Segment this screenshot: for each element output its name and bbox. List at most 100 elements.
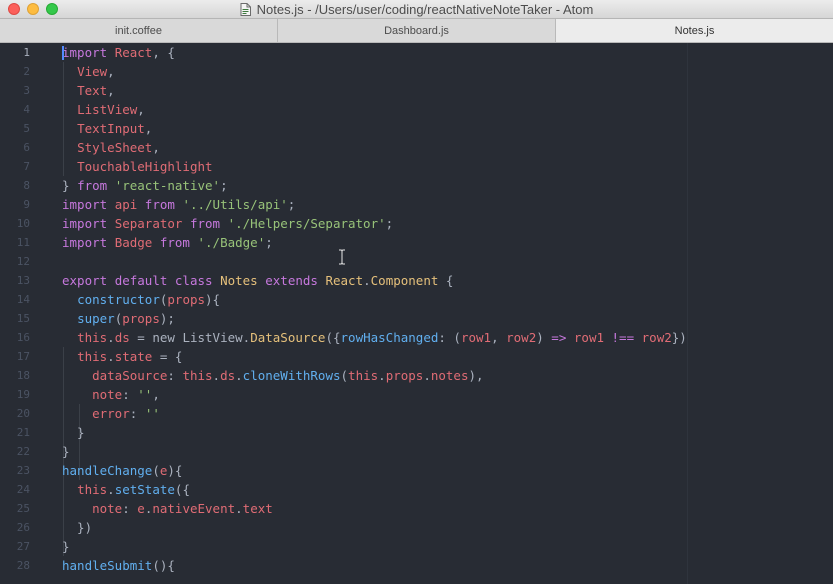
code-token: . — [107, 349, 115, 364]
code-line[interactable]: Text, — [62, 81, 115, 100]
code-line[interactable]: note: e.nativeEvent.text — [62, 499, 273, 518]
code-line[interactable]: ListView, — [62, 100, 145, 119]
line-number: 15 — [16, 312, 30, 325]
code-token: , { — [152, 45, 175, 60]
code-line[interactable]: export default class Notes extends React… — [62, 271, 453, 290]
code-line[interactable]: TextInput, — [62, 119, 152, 138]
code-token: : — [122, 501, 138, 516]
code-token: Notes — [220, 273, 258, 288]
code-line[interactable]: TouchableHighlight — [62, 157, 212, 176]
code-line[interactable]: note: '', — [62, 385, 160, 404]
code-token: notes — [430, 368, 469, 383]
line-number: 21 — [16, 426, 30, 439]
code-token: ); — [159, 311, 175, 326]
code-token: row1 — [573, 330, 604, 345]
code-token: ListView — [77, 102, 138, 117]
code-line[interactable]: import api from '../Utils/api'; — [62, 195, 295, 214]
line-number: 1 — [23, 46, 30, 59]
code-line[interactable]: }) — [62, 518, 92, 537]
code-line[interactable]: View, — [62, 62, 115, 81]
code-line[interactable]: import React, { — [62, 43, 175, 62]
code-token: props — [122, 311, 160, 326]
code-token: React — [114, 45, 153, 60]
code-token: , — [152, 140, 160, 155]
line-number: 28 — [16, 559, 30, 572]
code-line[interactable]: StyleSheet, — [62, 138, 160, 157]
code-line[interactable]: this.setState({ — [62, 480, 190, 499]
code-token: ; — [265, 235, 273, 250]
code-token: DataSource — [250, 330, 326, 345]
code-line[interactable]: } — [62, 537, 70, 556]
code-line[interactable]: } from 'react-native'; — [62, 176, 228, 195]
code-token: = new — [129, 330, 183, 345]
code-token: : — [129, 406, 145, 421]
code-token: !== — [611, 330, 635, 345]
code-line[interactable]: import Separator from './Helpers/Separat… — [62, 214, 393, 233]
line-number: 14 — [16, 293, 30, 306]
code-token: : — [167, 368, 183, 383]
code-token: . — [363, 273, 371, 288]
code-line[interactable]: this.state = { — [62, 347, 182, 366]
code-token: this — [77, 349, 108, 364]
code-token: import — [62, 216, 108, 231]
code-token: this — [348, 368, 379, 383]
code-token: e — [137, 501, 145, 516]
code-token: '' — [144, 406, 160, 421]
line-number: 13 — [16, 274, 30, 287]
code-line[interactable]: this.ds = new ListView.DataSource({rowHa… — [62, 328, 687, 347]
code-line[interactable]: constructor(props){ — [62, 290, 220, 309]
code-token: ({ — [325, 330, 341, 345]
code-line[interactable]: error: '' — [62, 404, 160, 423]
code-token: note — [92, 387, 123, 402]
code-line[interactable]: import Badge from './Badge'; — [62, 233, 273, 252]
code-token: TextInput — [77, 121, 145, 136]
code-token: Badge — [114, 235, 153, 250]
code-token: dataSource — [92, 368, 168, 383]
code-line[interactable]: } — [62, 442, 70, 461]
code-token: note — [92, 501, 123, 516]
tab-init-coffee[interactable]: init.coffee — [0, 19, 278, 43]
code-line[interactable]: super(props); — [62, 309, 175, 328]
code-token: (){ — [152, 558, 175, 573]
code-line[interactable]: handleSubmit(){ — [62, 556, 175, 575]
code-token: StyleSheet — [77, 140, 153, 155]
line-number: 6 — [23, 141, 30, 154]
wrap-guide — [687, 43, 688, 584]
code-token: , — [137, 102, 145, 117]
code-line[interactable]: } — [62, 423, 85, 442]
document-icon — [240, 2, 251, 16]
code-token: , — [144, 121, 153, 136]
code-line[interactable]: dataSource: this.ds.cloneWithRows(this.p… — [62, 366, 483, 385]
code-token: this — [182, 368, 213, 383]
tab-bar: init.coffee Dashboard.js Notes.js — [0, 19, 833, 43]
tab-dashboard-js[interactable]: Dashboard.js — [278, 19, 556, 43]
code-token: error — [92, 406, 130, 421]
text-ibeam-icon — [339, 249, 345, 265]
code-token: ) — [536, 330, 552, 345]
code-token: . — [107, 330, 115, 345]
code-token: from — [159, 235, 190, 250]
code-token: }) — [671, 330, 687, 345]
code-token: class — [174, 273, 213, 288]
code-editor[interactable]: 1 2 3 4 5 6 7 8 9 10 11 12 13 14 15 16 17 18 19 20 21 22 23 24 2… — [0, 43, 833, 584]
code-token: handleChange — [62, 463, 153, 478]
tab-notes-js[interactable]: Notes.js — [556, 19, 833, 43]
code-token: , — [491, 330, 507, 345]
code-token: Text — [77, 83, 108, 98]
code-token: import — [62, 197, 108, 212]
code-line[interactable]: handleChange(e){ — [62, 461, 182, 480]
code-token: row1 — [460, 330, 492, 345]
code-token: ( — [340, 368, 349, 383]
code-token: cloneWithRows — [242, 368, 341, 383]
code-token: } — [62, 444, 70, 459]
